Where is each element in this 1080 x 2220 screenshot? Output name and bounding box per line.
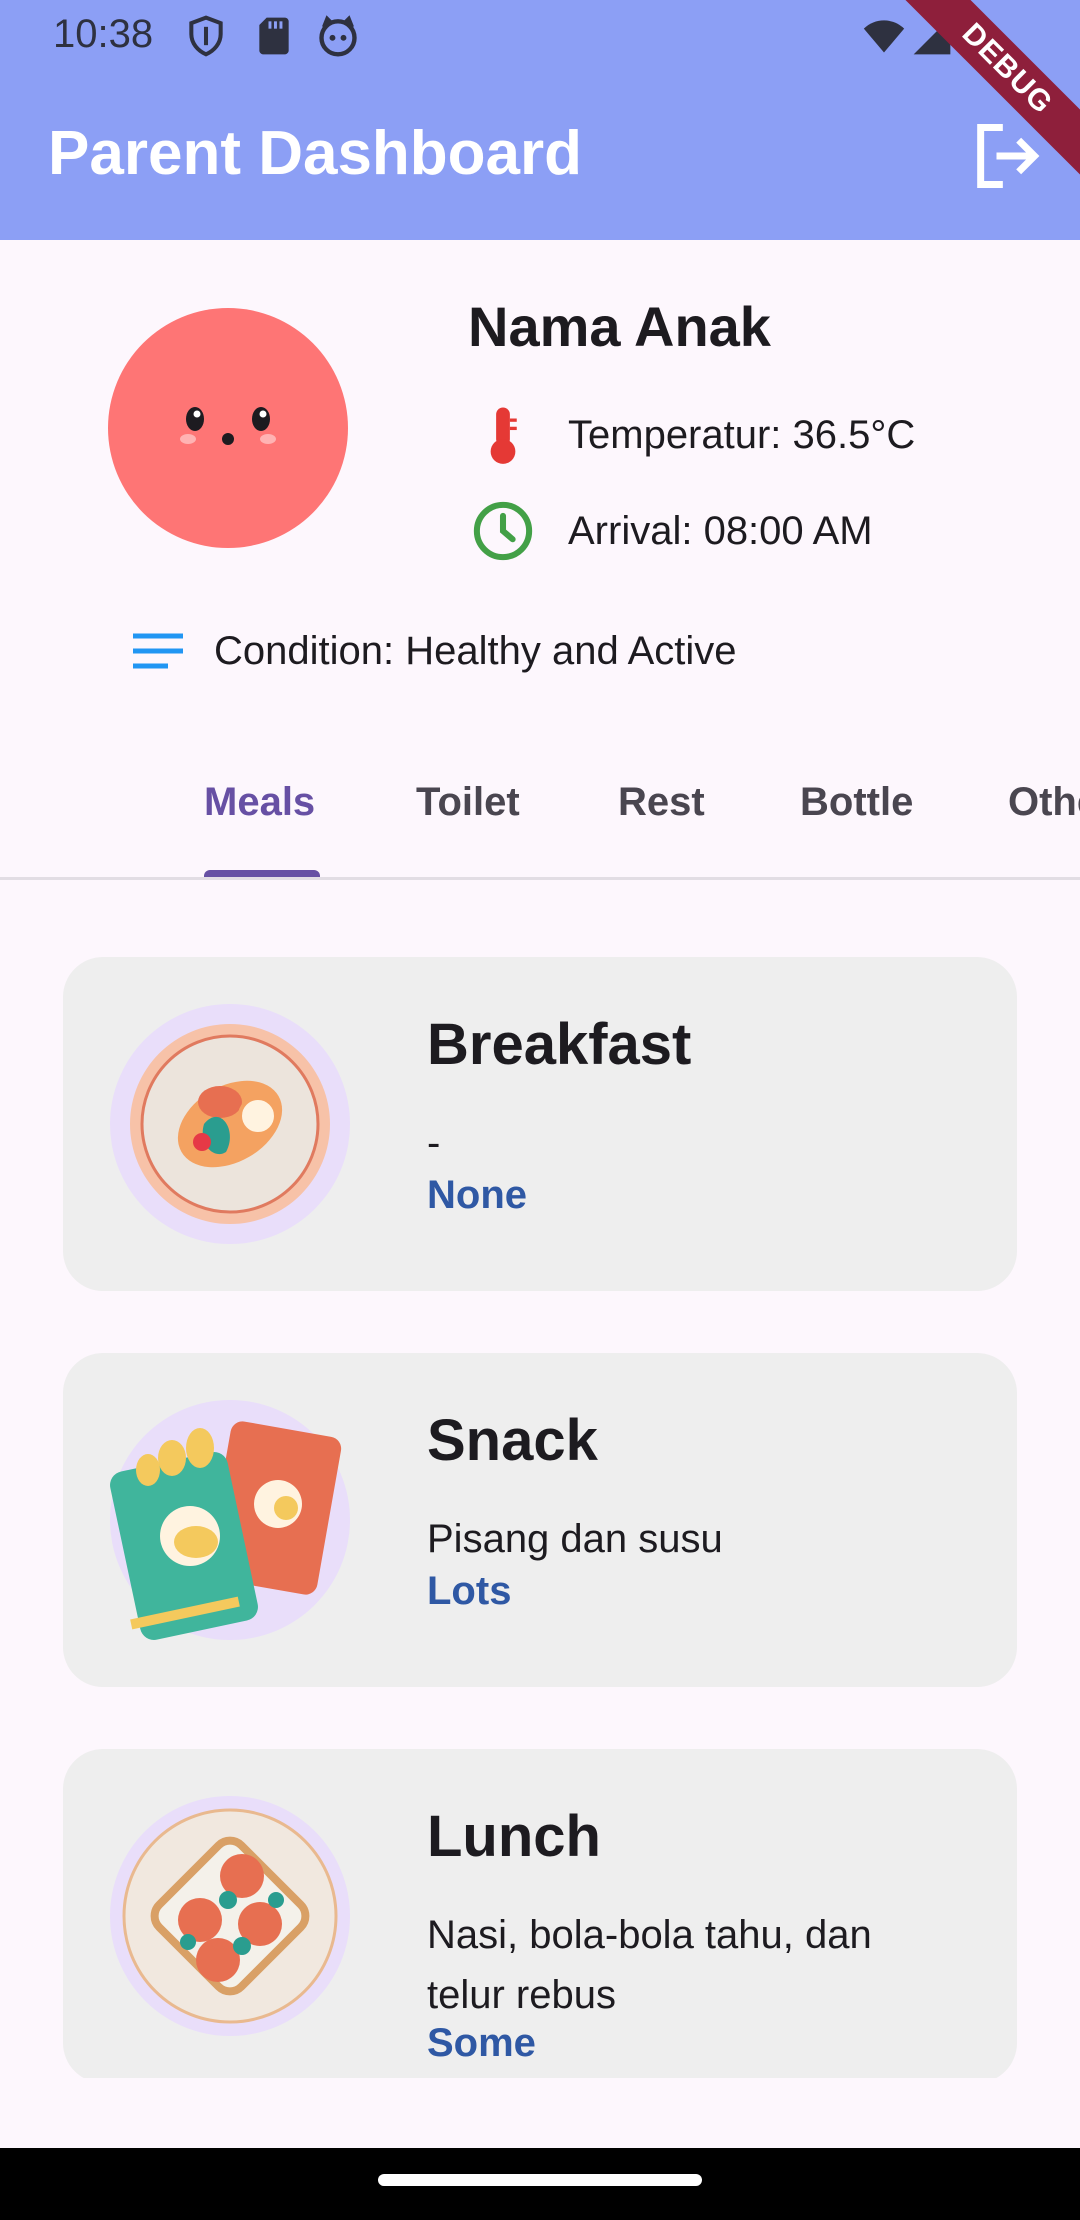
meal-title: Snack <box>427 1408 598 1473</box>
condition-text: Condition: Healthy and Active <box>214 628 737 673</box>
notes-icon <box>133 633 183 669</box>
logout-icon[interactable] <box>968 118 1044 194</box>
tab-bottle[interactable]: Bottle <box>800 780 913 825</box>
meal-card-snack[interactable]: Snack Pisang dan susu Lots <box>63 1353 1017 1687</box>
tab-indicator <box>204 870 320 877</box>
meal-description: Nasi, bola-bola tahu, dan telur rebus <box>427 1913 872 2017</box>
temperature-text: Temperatur: 36.5°C <box>568 412 916 457</box>
meal-amount: Lots <box>427 1569 512 1613</box>
avatar <box>108 308 348 548</box>
meal-amount: None <box>427 1173 527 1217</box>
smiley-face-icon <box>180 407 276 445</box>
lunch-toast-image <box>110 1796 350 2036</box>
cat-face-icon <box>319 15 357 57</box>
shield-icon <box>189 15 223 57</box>
sd-card-icon <box>259 17 289 55</box>
clock-icon <box>473 501 533 561</box>
thermometer-icon <box>490 407 517 464</box>
meal-amount: Some <box>427 2021 536 2065</box>
arrival-text: Arrival: 08:00 AM <box>568 508 873 553</box>
tab-rest[interactable]: Rest <box>618 780 705 825</box>
wifi-icon <box>863 20 905 53</box>
child-name: Nama Anak <box>468 295 771 358</box>
tab-others[interactable]: Others <box>1008 780 1080 825</box>
temperature-row: Temperatur: 36.5°C <box>470 400 915 470</box>
meal-card-lunch[interactable]: Lunch Nasi, bola-bola tahu, dan telur re… <box>63 1749 1017 2078</box>
meal-title: Lunch <box>427 1804 601 1869</box>
breakfast-plate-image <box>110 1004 350 1244</box>
tab-bar: Meals Toilet Rest Bottle Others <box>0 740 1080 880</box>
snack-bags-image <box>110 1400 350 1640</box>
home-gesture-handle[interactable] <box>378 2174 702 2186</box>
meal-description: - <box>427 1121 441 1165</box>
parent-dashboard-screen: 10:38 Parent Dashboard DEBUG Nama Anak T… <box>0 0 1080 2220</box>
app-bar: 10:38 Parent Dashboard DEBUG <box>0 0 1080 240</box>
page-title: Parent Dashboard <box>48 119 583 188</box>
arrival-row: Arrival: 08:00 AM <box>470 496 873 566</box>
navigation-bar <box>0 2148 1080 2220</box>
status-time: 10:38 <box>53 12 154 56</box>
meal-list: Breakfast - None Snack Pisang dan susu L… <box>0 880 1080 2078</box>
meal-description: Pisang dan susu <box>427 1517 723 1561</box>
meal-card-breakfast[interactable]: Breakfast - None <box>63 957 1017 1291</box>
tab-toilet[interactable]: Toilet <box>416 780 520 825</box>
condition-row: Condition: Healthy and Active <box>128 616 737 686</box>
tab-meals[interactable]: Meals <box>204 780 315 825</box>
meal-title: Breakfast <box>427 1012 692 1077</box>
